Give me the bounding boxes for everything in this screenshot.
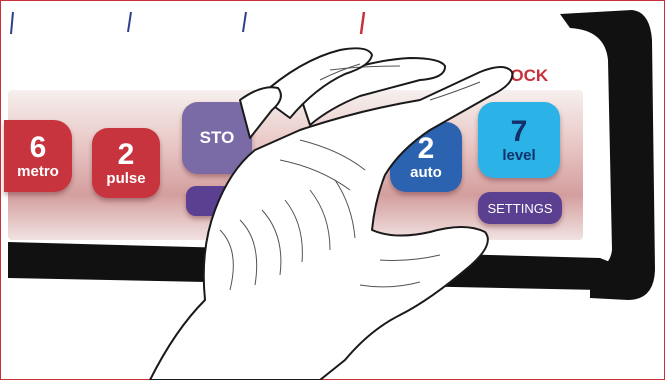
hand-icon [149, 47, 514, 380]
illustration: 6 metro 2 pulse STO 2 auto 7 level SETTI… [0, 0, 665, 380]
